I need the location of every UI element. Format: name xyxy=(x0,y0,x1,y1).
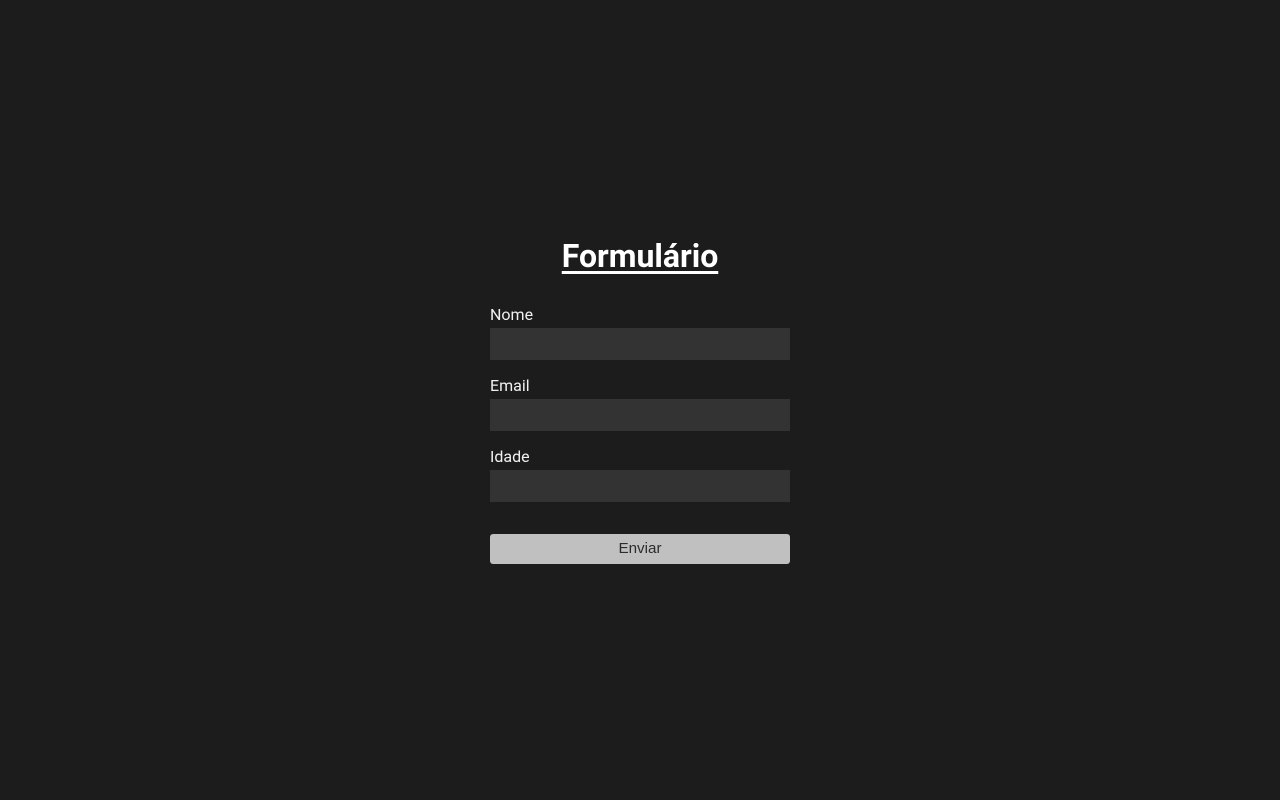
name-label: Nome xyxy=(490,305,790,324)
form-title: Formulário xyxy=(490,237,790,275)
name-input[interactable] xyxy=(490,328,790,360)
form-group-name: Nome xyxy=(490,305,790,360)
form-group-email: Email xyxy=(490,376,790,431)
email-label: Email xyxy=(490,376,790,395)
form-group-age: Idade xyxy=(490,447,790,502)
email-input[interactable] xyxy=(490,399,790,431)
age-input[interactable] xyxy=(490,470,790,502)
submit-button[interactable]: Enviar xyxy=(490,534,790,564)
registration-form: Formulário Nome Email Idade Enviar xyxy=(490,237,790,564)
age-label: Idade xyxy=(490,447,790,466)
